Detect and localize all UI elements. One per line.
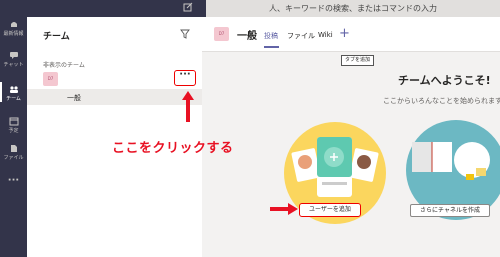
arrow-up-annotation [182,91,194,122]
channel-row-general[interactable]: 一般 [27,89,202,105]
calendar-icon [9,117,18,126]
channel-header: D7 一般 投稿 ファイル Wiki + [202,17,500,52]
tab-posts[interactable]: 投稿 [264,31,278,41]
more-icon: ··· [7,175,20,186]
panel-title: チーム [43,32,70,42]
rail-more-button[interactable]: ··· [0,175,27,186]
add-tab-button[interactable]: + [339,26,350,41]
file-icon [10,145,17,152]
channel-title: 一般 [237,31,257,42]
channel-avatar: D7 [214,27,229,41]
add-channel-button[interactable]: さらにチャネルを作成 [410,204,490,217]
hidden-teams-label[interactable]: 非表示のチーム [43,60,85,69]
rail-label: 予定 [8,128,19,134]
rail-item-activity[interactable]: 最新情報 [0,20,27,37]
welcome-title: チームへようこそ! [398,74,491,87]
compose-icon[interactable] [183,2,193,12]
tab-underline [264,46,279,48]
rail-label: チーム [6,96,21,102]
rail-label: 最新情報 [3,31,24,37]
search-input[interactable]: 人、キーワードの検索、またはコマンドの入力 [206,0,500,17]
rail-label: ファイル [3,155,24,161]
click-here-annotation: ここをクリックする [112,141,234,156]
rail-item-chat[interactable]: チャット [0,51,27,68]
rail-item-files[interactable]: ファイル [0,144,27,161]
channel-name: 一般 [67,94,81,102]
teams-icon [9,86,18,93]
app-rail: 最新情報 チャット チーム 予定 ファイル ··· [0,17,27,257]
rail-item-calendar[interactable]: 予定 [0,117,27,134]
rail-label: チャット [3,62,24,68]
tab-wiki[interactable]: Wiki [318,31,333,39]
rail-item-teams[interactable]: チーム [0,85,27,102]
team-avatar: D7 [43,72,58,86]
welcome-subtitle: ここからいろんなことを始められます [383,97,500,105]
arrow-right-annotation [270,203,298,215]
filter-icon[interactable] [180,29,190,39]
tab-files[interactable]: ファイル [287,31,315,41]
more-options-button[interactable]: ··· [174,70,196,86]
add-tab-tooltip: タブを追加 [341,55,375,66]
top-bar: 人、キーワードの検索、またはコマンドの入力 [0,0,500,17]
chat-icon [9,52,18,59]
bell-icon [10,22,17,27]
add-user-button[interactable]: ユーザーを追加 [299,203,361,217]
